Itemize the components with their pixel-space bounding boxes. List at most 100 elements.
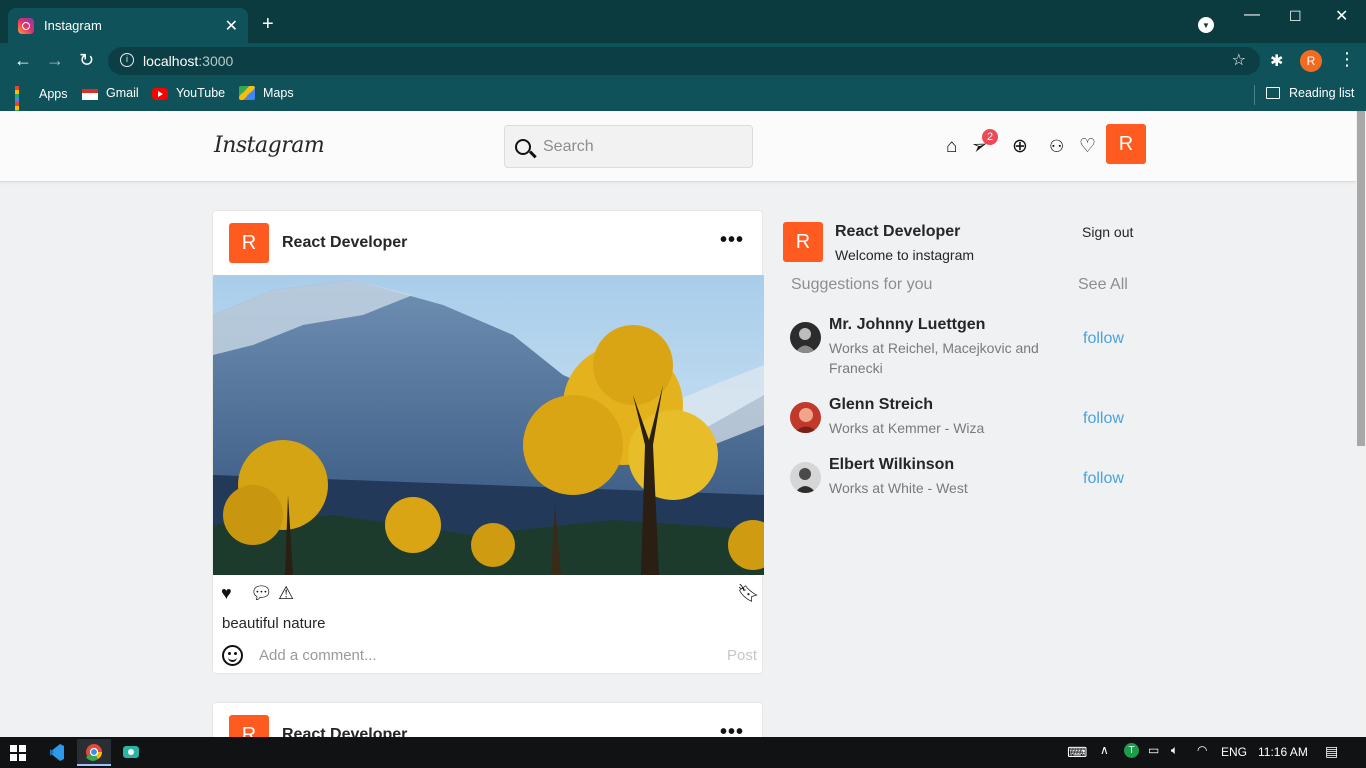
youtube-icon xyxy=(152,88,168,100)
close-tab-icon[interactable]: ✕ xyxy=(225,16,238,36)
bookmark-label: Apps xyxy=(39,87,68,101)
instagram-favicon-icon xyxy=(18,17,34,34)
bookmark-label: Maps xyxy=(263,86,294,100)
bookmarks-divider xyxy=(1254,85,1255,105)
reading-list-label: Reading list xyxy=(1289,86,1355,100)
scrollbar-thumb[interactable] xyxy=(1357,111,1365,446)
tab-search-icon[interactable]: ▼ xyxy=(1198,17,1214,33)
instagram-app: Instagram Search ⌂ ➢ 2 ⊕ ⚇ ♡ R R React D… xyxy=(0,111,1356,737)
suggestion-item: Glenn Streich Works at Kemmer - Wiza fol… xyxy=(790,396,1130,441)
share-icon[interactable]: ⚠︎ xyxy=(278,583,294,604)
bookmark-youtube[interactable]: YouTube xyxy=(152,86,225,100)
taskbar-screen-recorder[interactable] xyxy=(114,739,148,766)
sign-out-button[interactable]: Sign out xyxy=(1082,224,1133,240)
sidebar-avatar[interactable]: R xyxy=(783,222,823,262)
taskbar-vscode[interactable] xyxy=(40,739,74,766)
suggestion-name[interactable]: Elbert Wilkinson xyxy=(829,456,954,474)
bookmark-gmail[interactable]: Gmail xyxy=(82,86,139,100)
avatar[interactable] xyxy=(790,402,821,433)
browser-toolbar: ← → ↻ i localhost:3000 ☆ ✱ R ⋮ xyxy=(0,43,1366,79)
post-author-name[interactable]: React Developer xyxy=(282,726,407,737)
site-info-icon[interactable]: i xyxy=(120,53,134,67)
language-indicator[interactable]: ENG xyxy=(1221,745,1247,759)
instagram-logo[interactable]: Instagram xyxy=(214,133,325,158)
comment-form: Add a comment... Post xyxy=(222,643,757,667)
browser-tab-strip: Instagram ✕ + ▼ — ☐ ✕ xyxy=(0,0,1366,43)
apps-grid-icon xyxy=(15,86,31,122)
minimize-icon[interactable]: — xyxy=(1244,6,1260,24)
profile-avatar-button[interactable]: R xyxy=(1106,124,1146,164)
keyboard-icon[interactable]: ⌨ xyxy=(1067,744,1087,761)
url-host: localhost xyxy=(143,53,199,69)
suggestion-item: Mr. Johnny Luettgen Works at Reichel, Ma… xyxy=(790,316,1130,376)
home-icon[interactable]: ⌂ xyxy=(946,137,957,157)
new-tab-button[interactable]: + xyxy=(262,14,274,34)
post-author-avatar[interactable]: R xyxy=(229,223,269,263)
clock[interactable]: 11:16 AM xyxy=(1258,745,1308,759)
reading-list-button[interactable]: Reading list xyxy=(1266,86,1354,100)
wifi-icon[interactable]: ◠ xyxy=(1197,743,1207,757)
post-actions: ♥ 💬︎ ⚠︎ 🔖︎ xyxy=(221,583,760,605)
back-arrow-icon[interactable]: ← xyxy=(14,50,32,71)
suggestion-item: Elbert Wilkinson Works at White - West f… xyxy=(790,456,1130,501)
reload-icon[interactable]: ↻ xyxy=(79,50,94,71)
suggestion-name[interactable]: Mr. Johnny Luettgen xyxy=(829,316,985,334)
maximize-icon[interactable]: ☐ xyxy=(1289,8,1302,25)
more-options-icon[interactable]: ••• xyxy=(720,721,744,737)
suggestion-work: Works at Kemmer - Wiza xyxy=(829,420,985,436)
reading-list-icon xyxy=(1266,87,1280,99)
page-scrollbar[interactable] xyxy=(1356,111,1366,737)
tray-app-icon[interactable]: T xyxy=(1124,743,1139,758)
bookmark-save-icon[interactable]: 🔖︎ xyxy=(737,583,760,604)
suggestion-name[interactable]: Glenn Streich xyxy=(829,396,933,414)
post-comment-button[interactable]: Post xyxy=(727,647,757,664)
post-author-name[interactable]: React Developer xyxy=(282,234,407,252)
close-window-icon[interactable]: ✕ xyxy=(1335,6,1348,26)
notifications-icon[interactable]: ▤ xyxy=(1325,743,1338,760)
windows-start-icon[interactable] xyxy=(10,745,26,761)
emoji-smile-icon[interactable] xyxy=(222,644,243,666)
search-input[interactable]: Search xyxy=(504,125,753,168)
bookmark-star-icon[interactable]: ☆ xyxy=(1232,50,1246,70)
comment-input[interactable]: Add a comment... xyxy=(259,647,727,664)
tab-instagram[interactable]: Instagram ✕ xyxy=(8,8,248,43)
see-all-link[interactable]: See All xyxy=(1078,276,1128,294)
avatar[interactable] xyxy=(790,322,821,353)
follow-button[interactable]: follow xyxy=(1083,470,1124,488)
show-hidden-icons-icon[interactable]: ∧ xyxy=(1100,743,1109,757)
taskbar-chrome[interactable] xyxy=(77,739,111,766)
chrome-menu-icon[interactable]: ⋮ xyxy=(1338,49,1356,70)
sidebar-username: React Developer xyxy=(835,223,961,240)
bookmark-maps[interactable]: Maps xyxy=(239,86,294,100)
post-author-avatar[interactable]: R xyxy=(229,715,269,737)
bookmark-apps[interactable]: Apps xyxy=(15,86,68,122)
post-image[interactable] xyxy=(213,275,764,575)
post-card: R React Developer ••• xyxy=(212,210,764,674)
follow-button[interactable]: follow xyxy=(1083,330,1124,348)
people-icon[interactable]: ⚇ xyxy=(1049,137,1064,157)
profile-avatar[interactable]: R xyxy=(1300,50,1322,72)
bookmarks-bar: Apps Gmail YouTube Maps Reading list xyxy=(0,79,1366,122)
post-caption: beautiful nature xyxy=(222,615,326,632)
suggestions-title: Suggestions for you xyxy=(791,276,933,293)
heart-icon[interactable]: ♡ xyxy=(1079,137,1096,157)
follow-button[interactable]: follow xyxy=(1083,410,1124,428)
search-placeholder: Search xyxy=(543,137,594,155)
windows-taskbar: ⌨ ∧ T ▭ 🔈︎ ◠ ENG 11:16 AM ▤ xyxy=(0,737,1366,768)
extensions-icon[interactable]: ✱ xyxy=(1270,51,1283,71)
search-icon xyxy=(515,138,531,155)
address-bar[interactable]: i localhost:3000 ☆ xyxy=(108,47,1260,75)
comment-bubble-icon[interactable]: 💬︎ xyxy=(250,583,273,604)
avatar[interactable] xyxy=(790,462,821,493)
forward-arrow-icon[interactable]: → xyxy=(46,50,64,71)
more-options-icon[interactable]: ••• xyxy=(720,229,744,252)
vscode-icon xyxy=(50,744,64,761)
volume-icon[interactable]: 🔈︎ xyxy=(1171,743,1178,758)
tab-title: Instagram xyxy=(44,18,102,33)
url-text[interactable]: localhost:3000 xyxy=(143,53,233,69)
battery-icon[interactable]: ▭ xyxy=(1148,743,1159,757)
app-header: Instagram Search ⌂ ➢ 2 ⊕ ⚇ ♡ R xyxy=(0,111,1356,182)
mountain-landscape-image xyxy=(213,275,764,575)
add-post-icon[interactable]: ⊕ xyxy=(1012,137,1028,157)
like-heart-icon[interactable]: ♥ xyxy=(221,583,232,604)
